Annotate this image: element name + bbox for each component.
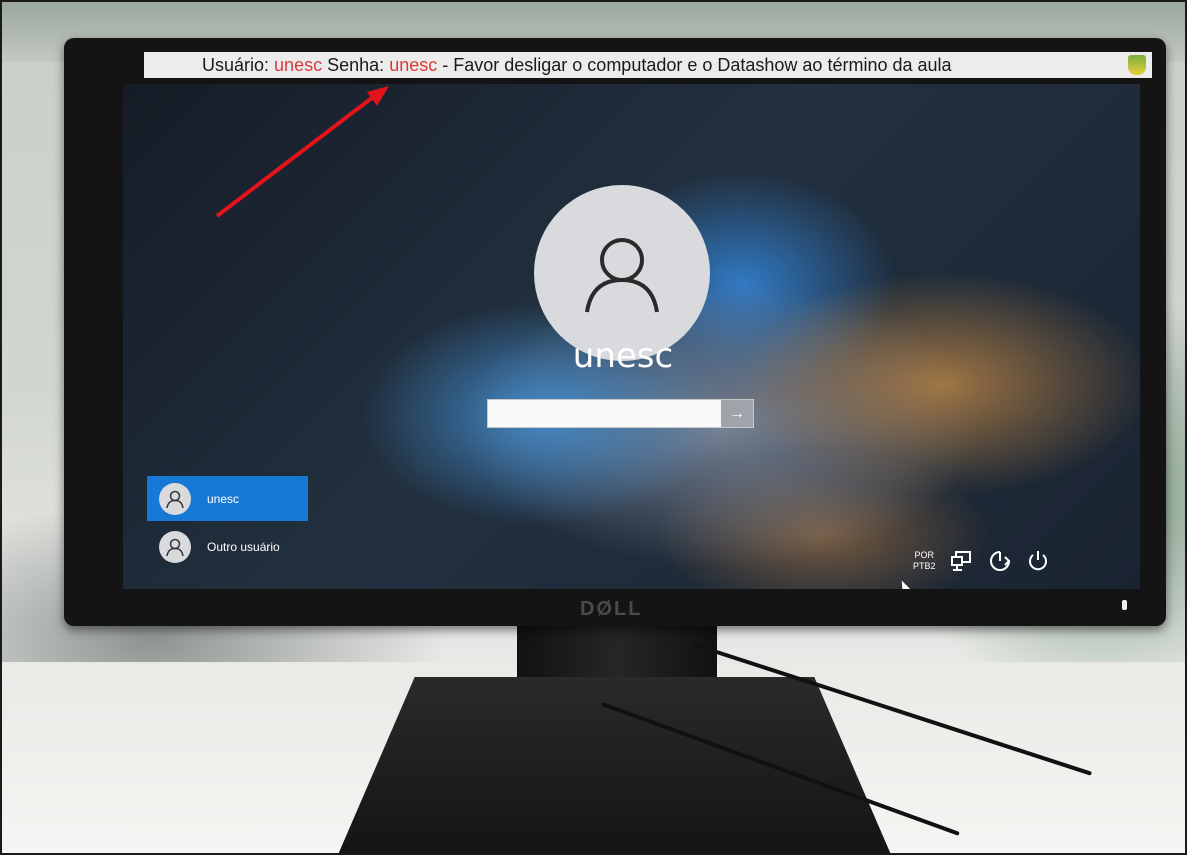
unesc-logo-icon <box>1128 55 1146 75</box>
banner-password-label: Senha: <box>327 55 385 75</box>
user-tile-label: Outro usuário <box>207 539 280 554</box>
banner-user-label: Usuário: <box>202 55 270 75</box>
network-icon[interactable] <box>950 550 974 572</box>
user-icon <box>166 490 184 508</box>
monitor-stand-base <box>337 677 892 853</box>
system-tray: POR PTB2 <box>913 541 1050 581</box>
user-tile-other[interactable]: Outro usuário <box>147 524 308 569</box>
monitor-brand-logo: DØLL <box>580 598 643 620</box>
password-box: → <box>487 399 754 428</box>
user-tile-avatar <box>159 530 191 563</box>
arrow-right-icon: → <box>729 404 745 422</box>
banner-message: - Favor desligar o computador e o Datash… <box>442 55 952 75</box>
photo-frame: DØLL Usuário: unesc Senha: unesc - Favor… <box>0 0 1187 855</box>
power-led <box>1122 600 1127 610</box>
banner-user-value: unesc <box>274 55 323 75</box>
banner-password-value: unesc <box>389 55 438 75</box>
keyboard-layout: PTB2 <box>913 561 936 571</box>
login-username: unesc <box>572 336 674 376</box>
language-code: POR <box>914 550 935 560</box>
power-icon[interactable] <box>1026 549 1050 573</box>
language-indicator[interactable]: POR PTB2 <box>913 550 936 572</box>
user-tile-label: unesc <box>207 491 240 506</box>
user-tile-unesc[interactable]: unesc <box>147 476 308 521</box>
password-input[interactable] <box>488 400 721 427</box>
mouse-cursor-icon <box>898 578 910 589</box>
annotation-arrow-icon <box>215 86 389 218</box>
user-icon <box>585 238 659 313</box>
ease-of-access-icon[interactable] <box>988 549 1012 573</box>
submit-button[interactable]: → <box>721 400 753 427</box>
user-icon <box>166 538 184 556</box>
user-tile-avatar <box>159 482 191 515</box>
notice-banner: Usuário: unesc Senha: unesc - Favor desl… <box>144 52 1152 78</box>
user-avatar-large <box>534 185 710 361</box>
